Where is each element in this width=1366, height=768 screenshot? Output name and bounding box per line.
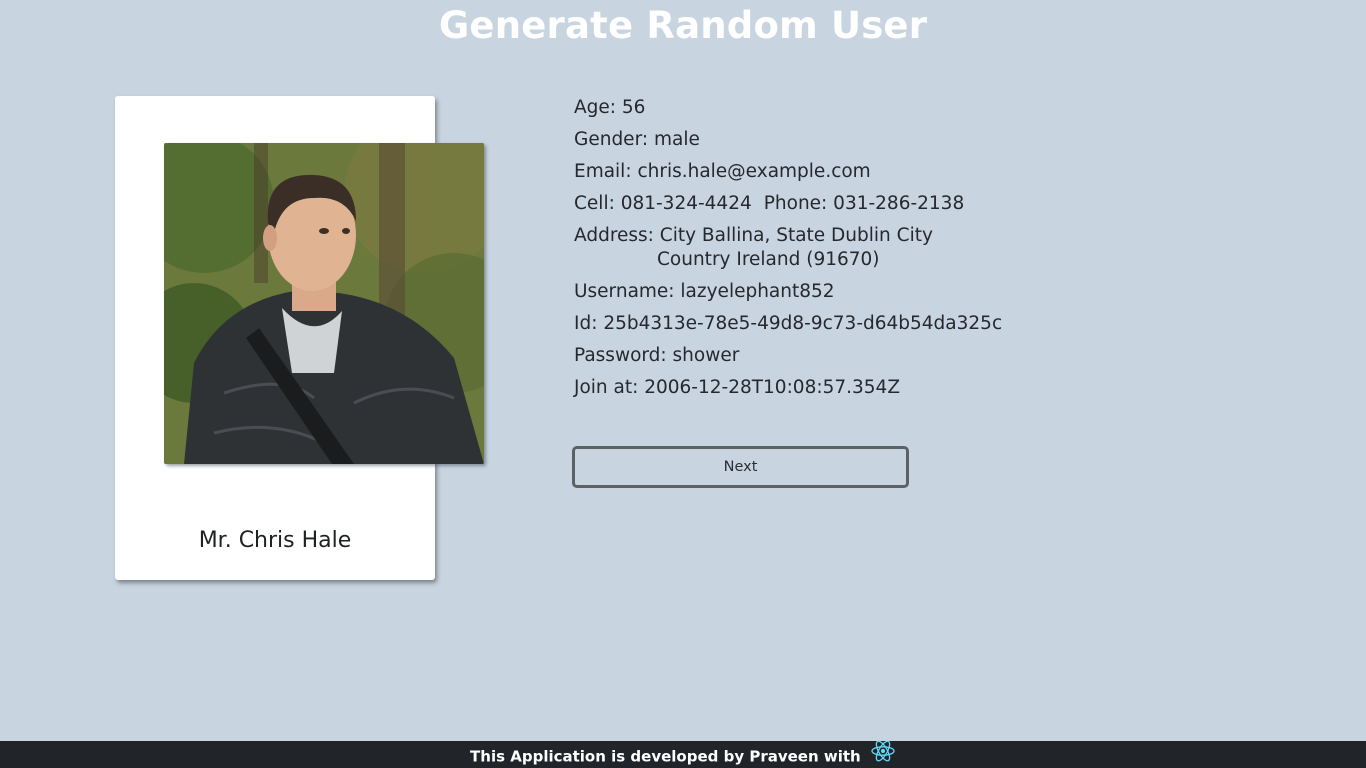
age-field: Age: 56 [574, 97, 646, 118]
joined-field: Join at: 2006-12-28T10:08:57.354Z [574, 377, 900, 398]
contact-row: Cell: 081-324-4424 Phone: 031-286-2138 [574, 192, 1002, 216]
page-title: Generate Random User [438, 4, 928, 47]
footer-text: This Application is developed by Praveen… [470, 747, 861, 766]
user-details: Age: 56 Gender: male Email: chris.hale@e… [574, 96, 1002, 408]
user-photo [164, 143, 484, 464]
email-field: Email: chris.hale@example.com [574, 161, 871, 182]
user-photo-icon [164, 143, 484, 464]
address-field: Address: City Ballina, State Dublin City… [574, 224, 1002, 272]
next-button[interactable]: Next [572, 446, 909, 488]
footer: This Application is developed by Praveen… [0, 738, 1366, 768]
gender-field: Gender: male [574, 129, 700, 150]
username-field: Username: lazyelephant852 [574, 281, 835, 302]
address-line-1: Address: City Ballina, State Dublin City [574, 225, 933, 246]
address-line-2: Country Ireland (91670) [657, 249, 880, 270]
password-field: Password: shower [574, 345, 740, 366]
id-field: Id: 25b4313e-78e5-49d8-9c73-d64b54da325c [574, 313, 1003, 334]
page: Generate Random User Mr. Chris Hale Age:… [0, 0, 1366, 768]
cell-field: Cell: 081-324-4424 [574, 193, 752, 214]
react-icon [870, 738, 896, 768]
user-full-name: Mr. Chris Hale [198, 528, 352, 553]
phone-field: Phone: 031-286-2138 [763, 193, 965, 214]
